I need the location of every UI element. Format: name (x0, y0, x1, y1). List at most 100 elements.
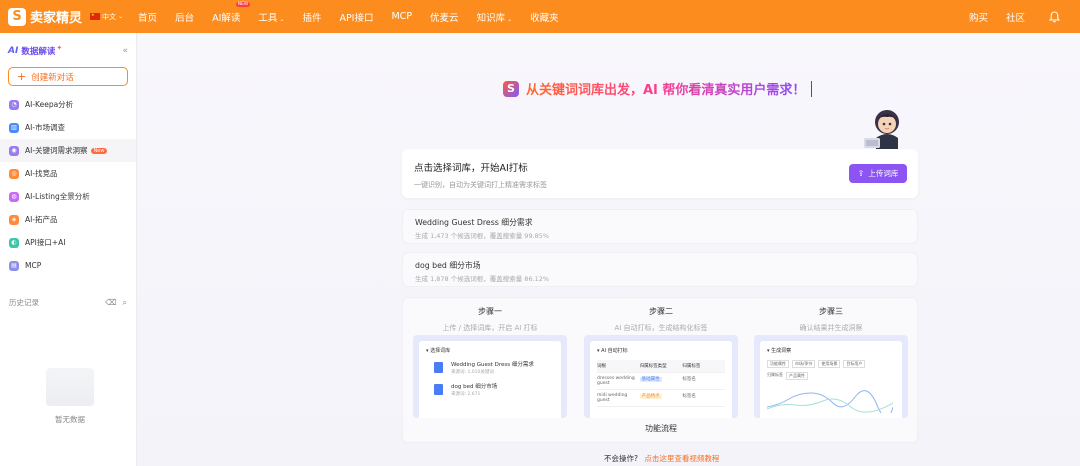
preview-header: 选择词库 (426, 347, 554, 354)
preview-chip: 归属标签 (767, 372, 783, 377)
upload-label: 上传词库 (868, 169, 899, 178)
table-cell: dresses wedding guest (597, 376, 635, 386)
empty-state: 暂无数据 (35, 368, 105, 425)
table-cell: 标签名 (682, 377, 696, 382)
recent-item-subtitle: 生成 1,878 个候选词根，覆盖搜索量 86.12% (415, 275, 550, 283)
listing-icon: ◍ (9, 191, 19, 202)
preview-chip: 功能属性 (767, 360, 789, 368)
preview-line-chart (766, 390, 894, 418)
preview-wordlist-item: dog bed 细分市场 来源词: 2,671 (434, 382, 554, 397)
empty-text: 暂无数据 (55, 415, 85, 424)
recent-item-title: Wedding Guest Dress 细分需求 (415, 218, 533, 227)
select-card-subtitle: 一键识别，自动为关键词打上精准需求标签 (414, 181, 547, 189)
keepa-icon: ◔ (9, 99, 19, 110)
sidebar-item-market[interactable]: ▥ AI-市场调查 (0, 116, 136, 139)
hero-logo-icon: S (503, 80, 519, 97)
table-cell: 标签名 (682, 394, 696, 399)
step-subtitle: 上传 / 选择词库，开启 AI 打标 (442, 324, 538, 332)
upload-icon: ⇪ (857, 169, 865, 178)
preview-item-subtitle: 来源词: 2,671 (451, 392, 481, 397)
main-nav: 首页 后台 AI解读 NEW 工具 ⌄ 插件 API接口 MCP 优麦云 知识库 ⌄ … (129, 1, 568, 24)
top-right-actions: 购买 社区 (960, 0, 1080, 33)
step-one: 步骤一 上传 / 选择词库，开启 AI 打标 (413, 306, 567, 333)
empty-box-icon (46, 368, 94, 406)
sidebar-item-keyword-insight[interactable]: ◉ AI-关键词需求洞察 New (0, 139, 136, 162)
bell-icon[interactable] (1044, 10, 1064, 23)
help-tip: 不会操作? 点击这里查看视频教程 (604, 453, 719, 464)
nav-mcp[interactable]: MCP (391, 11, 412, 22)
preview-table-row: midi wedding guest 产品特点 标签名 (597, 390, 725, 407)
sidebar-item-api-ai[interactable]: ◐ API接口+AI (0, 231, 136, 254)
competitor-icon: ◎ (9, 168, 19, 179)
preview-chip-row: 功能属性 市场/季节 使用场景 目标用户 (767, 360, 895, 368)
recent-item[interactable]: dog bed 细分市场 生成 1,878 个候选词根，覆盖搜索量 86.12% (402, 252, 918, 287)
step-title: 步骤二 (649, 307, 673, 316)
sidebar: AI 数据解读 ✦ « + 创建新对话 ◔ AI-Keepa分析 ▥ AI-市场… (0, 33, 137, 466)
sidebar-item-label: MCP (25, 261, 42, 270)
clean-icon[interactable]: ⌫ (105, 298, 116, 308)
preview-table-header: 词根 归属标签类型 归属标签 (597, 360, 725, 373)
sidebar-item-label: AI-Listing全景分析 (25, 192, 90, 201)
workflow-label: 功能流程 (645, 424, 677, 433)
preview-wordlist-item: Wedding Guest Dress 细分需求 来源词: 1,010关键词 (434, 360, 554, 375)
step-two-preview: AI 自动打标 词根 归属标签类型 归属标签 dresses wedding g… (584, 335, 738, 418)
recent-item[interactable]: Wedding Guest Dress 细分需求 生成 1,473 个候选词根，… (402, 209, 918, 244)
new-chat-button[interactable]: + 创建新对话 (8, 67, 128, 86)
nav-home[interactable]: 首页 (138, 10, 157, 24)
step-subtitle: AI 自动打标，生成结构化标签 (614, 324, 708, 332)
sidebar-item-competitor[interactable]: ◎ AI-找竞品 (0, 162, 136, 185)
chevron-down-icon: ⌄ (507, 15, 513, 23)
workflow-steps: 步骤一 上传 / 选择词库，开启 AI 打标 选择词库 Wedding Gues… (402, 297, 918, 443)
video-tutorial-link[interactable]: 点击这里查看视频教程 (644, 454, 719, 463)
nav-youmaiyun[interactable]: 优麦云 (430, 10, 459, 24)
nav-knowledge[interactable]: 知识库 ⌄ (477, 10, 513, 24)
column-header: 归属标签 (682, 364, 701, 369)
search-icon[interactable]: ⌕ (123, 298, 127, 308)
new-badge: NEW (235, 1, 251, 7)
table-cell: 基础属性 (639, 376, 683, 386)
nav-ai-insight[interactable]: AI解读 NEW (212, 1, 251, 24)
nav-backend[interactable]: 后台 (175, 10, 194, 24)
document-icon (434, 362, 443, 373)
community-link[interactable]: 社区 (1006, 10, 1025, 24)
step-one-preview: 选择词库 Wedding Guest Dress 细分需求 来源词: 1,010… (413, 335, 567, 418)
brand-name: 卖家精灵 (30, 11, 83, 26)
sidebar-item-keepa[interactable]: ◔ AI-Keepa分析 (0, 93, 136, 116)
language-switch[interactable]: 中文 ⌄ (90, 12, 123, 22)
mcp-icon: ▤ (9, 260, 19, 271)
sidebar-item-listing[interactable]: ◍ AI-Listing全景分析 (0, 185, 136, 208)
table-cell: midi wedding guest (597, 393, 628, 403)
typing-cursor (811, 80, 813, 97)
main-content: S 从关键词词库出发，AI 帮你看清真实用户需求！ 点击选择词库，开始AI打标 … (138, 33, 1080, 466)
market-icon: ▥ (9, 122, 19, 133)
brand-logo[interactable]: S 卖家精灵 (8, 7, 82, 26)
keyword-insight-icon: ◉ (9, 145, 19, 156)
plus-icon: + (17, 70, 27, 83)
sidebar-item-label: AI-Keepa分析 (25, 100, 74, 109)
nav-tools[interactable]: 工具 ⌄ (258, 10, 284, 24)
sidebar-item-mcp[interactable]: ▤ MCP (0, 254, 136, 277)
step-three: 步骤三 确认结果并生成洞察 (754, 306, 908, 333)
nav-api[interactable]: API接口 (339, 10, 373, 24)
sidebar-item-expand-product[interactable]: ◈ AI-拓产品 (0, 208, 136, 231)
chevron-down-icon: ⌄ (279, 15, 285, 23)
help-text: 不会操作? (604, 454, 638, 463)
brand-logo-icon: S (8, 7, 26, 26)
collapse-sidebar-icon[interactable]: « (122, 46, 128, 56)
assistant-avatar (860, 108, 906, 150)
nav-plugins[interactable]: 插件 (302, 10, 321, 24)
preview-chip-row: 归属标签 产品属性 (767, 372, 895, 380)
sparkle-icon: ✦ (56, 44, 63, 52)
preview-chip: 目标用户 (843, 360, 866, 368)
tag-badge: 基础属性 (639, 377, 662, 382)
preview-chip: 产品属性 (786, 372, 808, 380)
select-card-title: 点击选择词库，开始AI打标 (414, 163, 528, 174)
column-header: 词根 (597, 364, 606, 369)
language-label: 中文 (102, 12, 117, 21)
select-wordlist-card[interactable]: 点击选择词库，开始AI打标 一键识别，自动为关键词打上精准需求标签 ⇪ 上传词库 (402, 149, 918, 198)
preview-table-row: dresses wedding guest 基础属性 标签名 (597, 373, 725, 390)
buy-link[interactable]: 购买 (969, 10, 988, 24)
preview-item-subtitle: 来源词: 1,010关键词 (451, 370, 494, 375)
nav-favorites[interactable]: 收藏夹 (530, 10, 559, 24)
upload-wordlist-button[interactable]: ⇪ 上传词库 (849, 164, 907, 183)
